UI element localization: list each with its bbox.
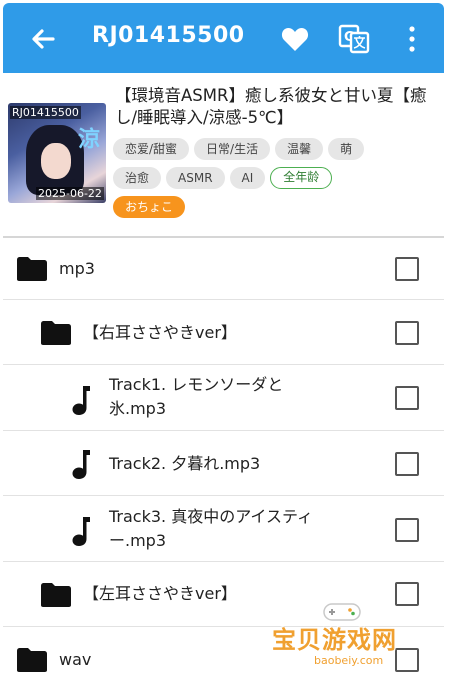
age-rating-badge: 全年龄 (270, 167, 333, 189)
file-name: 【左耳ささやきver】 (83, 584, 237, 603)
tag-list: 恋爱/甜蜜 日常/生活 温馨萌 治愈 ASMR AI 全年龄 おちょこ (113, 138, 443, 225)
select-checkbox[interactable] (395, 518, 419, 542)
file-row-right-ear-folder[interactable]: 【右耳ささやきver】 (3, 301, 444, 365)
file-name: Track2. 夕暮れ.mp3 (109, 454, 261, 473)
folder-icon (17, 257, 47, 281)
file-name: 【右耳ささやきver】 (83, 323, 237, 342)
music-note-icon (72, 517, 90, 546)
circle-chip[interactable]: おちょこ (113, 196, 186, 218)
file-row-mp3[interactable]: mp3 (3, 238, 444, 300)
more-vert-icon[interactable] (405, 25, 419, 53)
tag-chip[interactable]: 温馨 (275, 138, 324, 160)
work-header: 涼 RJ01415500 2025-06-22 【環境音ASMR】癒し系彼女と甘… (0, 73, 450, 233)
translate-icon[interactable]: G (338, 23, 370, 55)
file-name: Track3. 真夜中のアイスティー.mp3 (109, 507, 313, 550)
select-checkbox[interactable] (395, 648, 419, 672)
tag-chip[interactable]: 日常/生活 (194, 138, 271, 160)
cover-code-label: RJ01415500 (10, 106, 81, 119)
folder-icon (41, 583, 71, 607)
file-row-left-ear-folder[interactable]: 【左耳ささやきver】 (3, 563, 444, 627)
file-name: mp3 (59, 259, 95, 278)
heart-icon[interactable] (281, 26, 309, 52)
folder-icon (17, 648, 47, 672)
app-bar: RJ01415500 G (3, 3, 444, 73)
tag-chip[interactable]: ASMR (166, 167, 225, 189)
page-title: RJ01415500 (92, 23, 245, 48)
work-cover-image[interactable]: 涼 RJ01415500 2025-06-22 (8, 103, 106, 203)
tag-chip[interactable]: 萌 (328, 138, 365, 160)
tag-chip[interactable]: 恋爱/甜蜜 (113, 138, 190, 160)
file-row-wav[interactable]: wav (3, 628, 444, 692)
music-note-icon (72, 386, 90, 415)
arrow-back-icon[interactable] (27, 23, 59, 55)
tag-chip[interactable]: 治愈 (113, 167, 162, 189)
file-name: Track1. レモンソーダと氷.mp3 (109, 375, 284, 418)
music-note-icon (72, 450, 90, 479)
file-row-track2[interactable]: Track2. 夕暮れ.mp3 (3, 432, 444, 496)
work-title: 【環境音ASMR】癒し系彼女と甘い夏【癒し/睡眠導入/涼感-5℃】 (115, 86, 427, 127)
file-row-track1[interactable]: Track1. レモンソーダと氷.mp3 (3, 366, 444, 431)
cover-date-label: 2025-06-22 (36, 187, 104, 200)
tag-chip[interactable]: AI (229, 167, 266, 189)
folder-icon (41, 321, 71, 345)
select-checkbox[interactable] (395, 452, 419, 476)
select-checkbox[interactable] (395, 321, 419, 345)
file-row-track3[interactable]: Track3. 真夜中のアイスティー.mp3 (3, 497, 444, 562)
select-checkbox[interactable] (395, 386, 419, 410)
select-checkbox[interactable] (395, 582, 419, 606)
select-checkbox[interactable] (395, 257, 419, 281)
file-name: wav (59, 650, 92, 669)
